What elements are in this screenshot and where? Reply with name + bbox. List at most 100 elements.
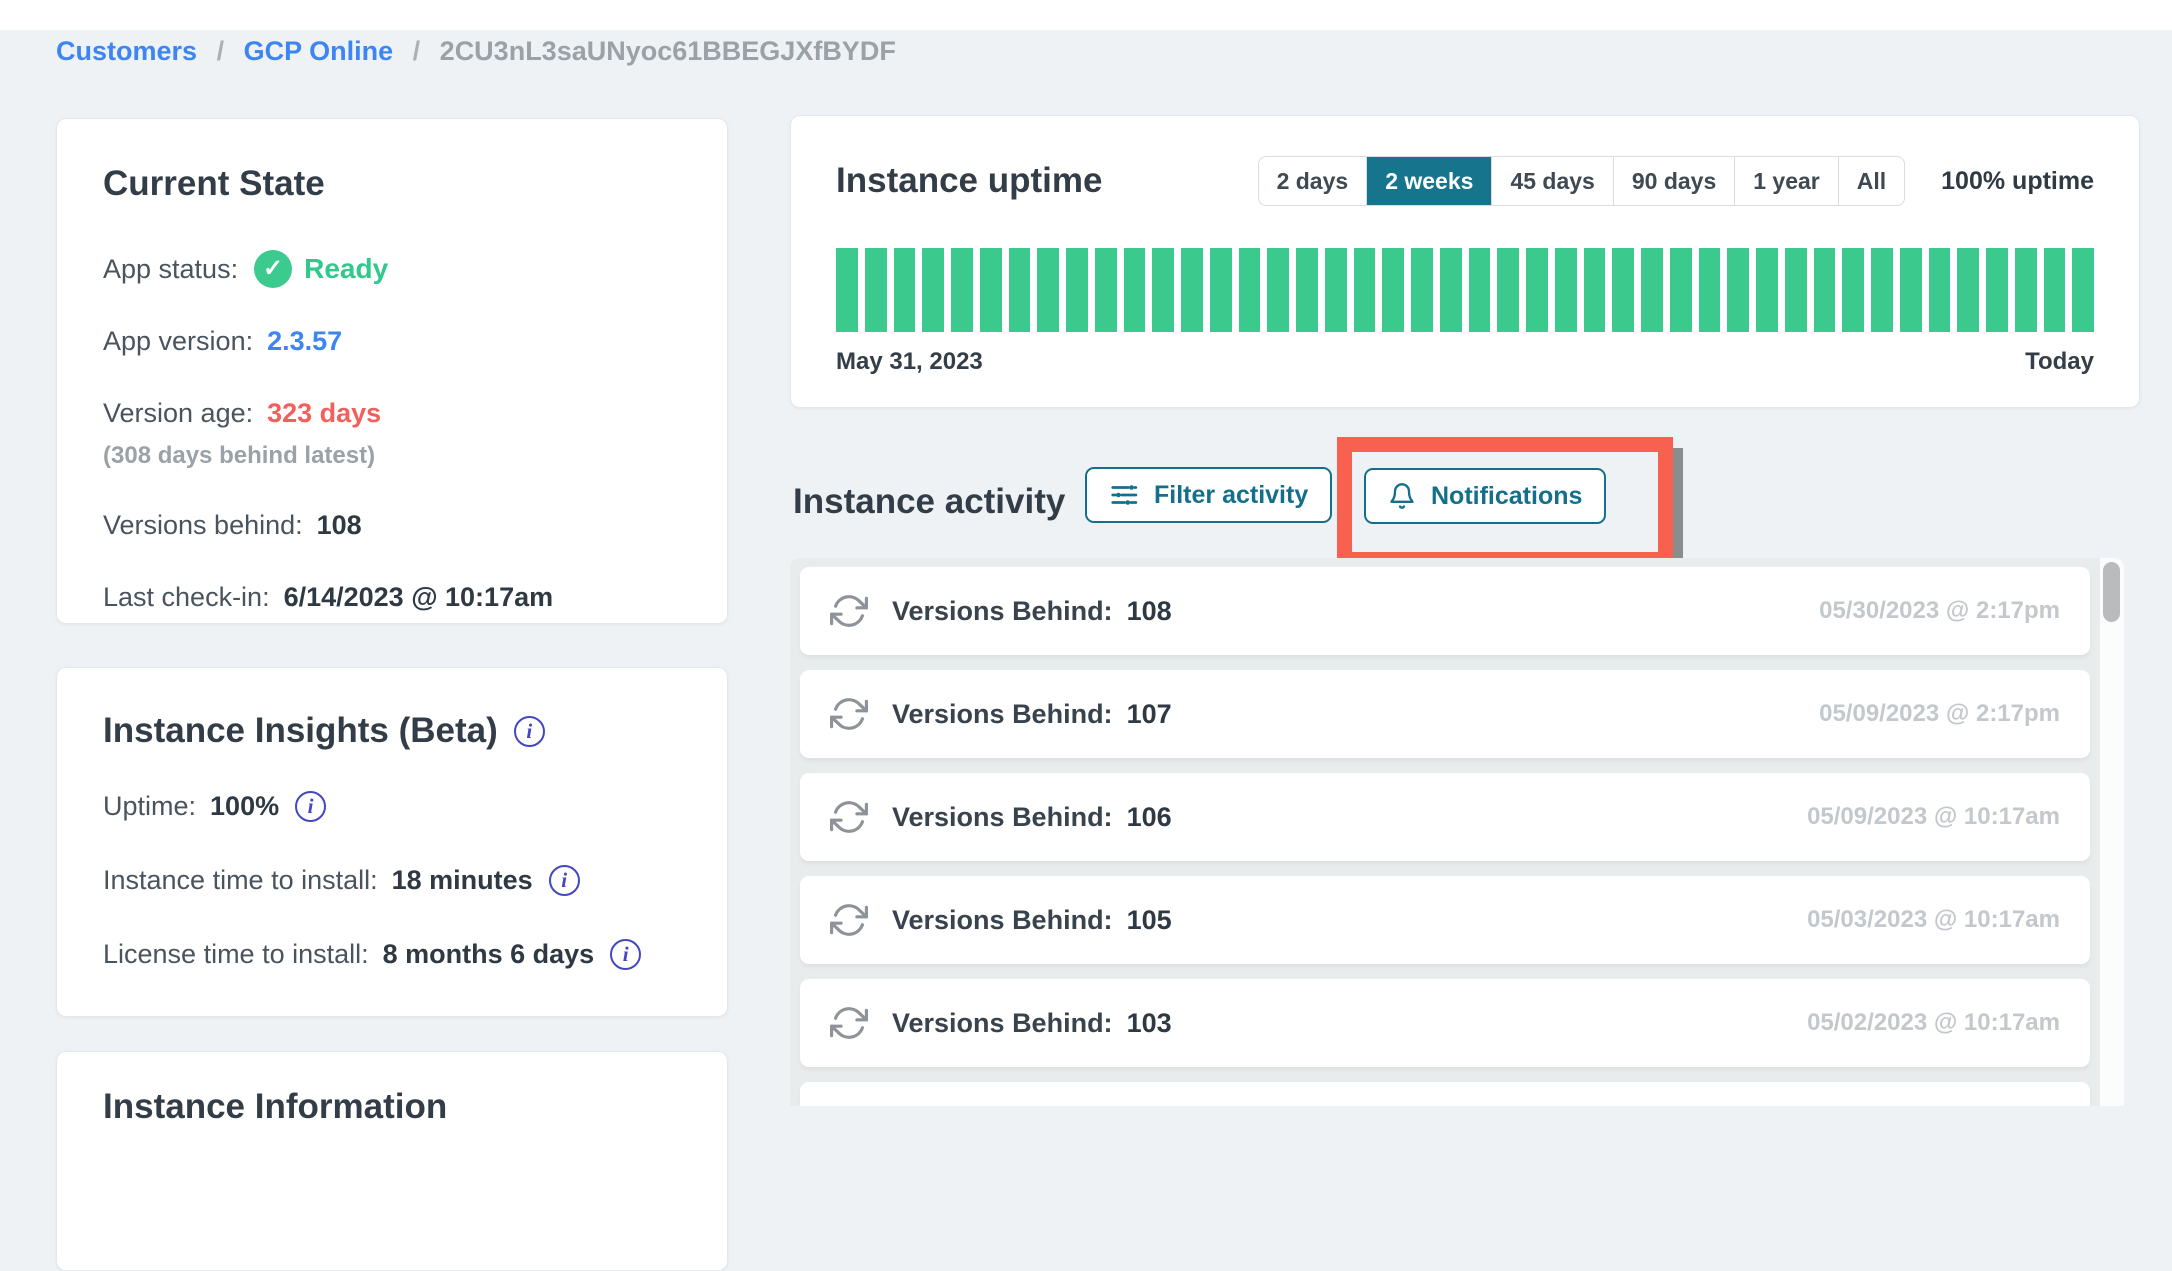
info-icon[interactable]: i xyxy=(610,939,641,970)
sync-icon xyxy=(830,798,868,836)
info-icon[interactable]: i xyxy=(549,865,580,896)
uptime-bar xyxy=(980,248,1002,332)
activity-label: Versions Behind: xyxy=(892,1008,1113,1039)
activity-label: Versions Behind: xyxy=(892,596,1113,627)
chart-end-label: Today xyxy=(2025,348,2094,376)
versions-behind-row: Versions behind: 108 xyxy=(103,505,681,545)
activity-value: 108 xyxy=(1127,596,1172,627)
top-white-band xyxy=(0,0,2172,30)
filter-activity-button[interactable]: Filter activity xyxy=(1085,467,1332,523)
uptime-bar xyxy=(1411,248,1433,332)
license-install-row: License time to install: 8 months 6 days… xyxy=(103,934,681,974)
uptime-bar-chart xyxy=(836,248,2094,332)
uptime-chart-footer: May 31, 2023 Today xyxy=(836,348,2094,376)
last-checkin-row: Last check-in: 6/14/2023 @ 10:17am xyxy=(103,577,681,617)
instance-install-value: 18 minutes xyxy=(392,860,533,900)
activity-row: Versions Behind: 107 05/09/2023 @ 2:17pm xyxy=(800,670,2090,758)
uptime-bar xyxy=(2015,248,2037,332)
activity-label: Versions Behind: xyxy=(892,802,1113,833)
uptime-bar xyxy=(1009,248,1031,332)
range-button-all[interactable]: All xyxy=(1838,157,1904,205)
activity-value: 107 xyxy=(1127,699,1172,730)
app-version-value[interactable]: 2.3.57 xyxy=(267,321,342,361)
version-age-value: 323 days xyxy=(267,393,381,433)
activity-row: Versions Behind: 108 05/30/2023 @ 2:17pm xyxy=(800,567,2090,655)
uptime-bar xyxy=(1095,248,1117,332)
uptime-bar xyxy=(865,248,887,332)
notifications-button[interactable]: Notifications xyxy=(1364,468,1606,524)
uptime-bar xyxy=(1814,248,1836,332)
uptime-bar xyxy=(1382,248,1404,332)
info-icon[interactable]: i xyxy=(514,716,545,747)
breadcrumb: Customers / GCP Online / 2CU3nL3saUNyoc6… xyxy=(56,36,896,67)
activity-label: Versions Behind: xyxy=(892,699,1113,730)
activity-row: Versions Behind: 105 05/03/2023 @ 10:17a… xyxy=(800,876,2090,964)
uptime-bar xyxy=(1929,248,1951,332)
uptime-header: Instance uptime 2 days 2 weeks 45 days 9… xyxy=(836,156,2094,206)
breadcrumb-link-customers[interactable]: Customers xyxy=(56,36,197,66)
uptime-summary: 100% uptime xyxy=(1941,167,2094,196)
uptime-value: 100% xyxy=(210,786,279,826)
breadcrumb-separator: / xyxy=(217,36,225,66)
breadcrumb-separator: / xyxy=(413,36,421,66)
range-button-2-days[interactable]: 2 days xyxy=(1259,157,1367,205)
activity-timestamp: 05/02/2023 @ 10:17am xyxy=(1807,1009,2060,1037)
breadcrumb-link-app[interactable]: GCP Online xyxy=(244,36,394,66)
app-status-value: Ready xyxy=(304,249,388,289)
range-button-90-days[interactable]: 90 days xyxy=(1613,157,1734,205)
activity-scrollbar[interactable] xyxy=(2099,558,2124,1106)
activity-timestamp: 05/03/2023 @ 10:17am xyxy=(1807,906,2060,934)
range-button-1-year[interactable]: 1 year xyxy=(1734,157,1838,205)
instance-activity-list: Versions Behind: 108 05/30/2023 @ 2:17pm… xyxy=(790,558,2124,1106)
red-annotation-box: Notifications xyxy=(1337,437,1673,567)
version-age-note: (308 days behind latest) xyxy=(103,441,681,471)
app-status-row: App status: ✓ Ready xyxy=(103,249,681,289)
uptime-bar xyxy=(1296,248,1318,332)
uptime-bar xyxy=(1670,248,1692,332)
current-state-title: Current State xyxy=(103,163,681,205)
uptime-bar xyxy=(1986,248,2008,332)
instance-information-card: Instance Information xyxy=(56,1051,728,1271)
activity-timestamp: 05/09/2023 @ 10:17am xyxy=(1807,803,2060,831)
version-age-row: Version age: 323 days xyxy=(103,393,681,433)
uptime-bar xyxy=(1871,248,1893,332)
info-icon[interactable]: i xyxy=(295,791,326,822)
instance-activity-header: Instance activity Filter activity Notifi… xyxy=(790,437,2140,569)
bell-icon xyxy=(1388,482,1416,510)
uptime-bar xyxy=(1900,248,1922,332)
uptime-bar xyxy=(2044,248,2066,332)
activity-row: Versions Behind: 106 05/09/2023 @ 10:17a… xyxy=(800,773,2090,861)
activity-value: 103 xyxy=(1127,1008,1172,1039)
uptime-bar xyxy=(894,248,916,332)
uptime-bar xyxy=(1469,248,1491,332)
range-button-2-weeks[interactable]: 2 weeks xyxy=(1366,157,1491,205)
range-button-45-days[interactable]: 45 days xyxy=(1491,157,1612,205)
uptime-row: Uptime: 100% i xyxy=(103,786,681,826)
uptime-bar xyxy=(1037,248,1059,332)
uptime-bar xyxy=(1699,248,1721,332)
license-install-label: License time to install: xyxy=(103,934,369,974)
uptime-bar xyxy=(1124,248,1146,332)
uptime-bar xyxy=(1641,248,1663,332)
uptime-bar xyxy=(1785,248,1807,332)
uptime-bar xyxy=(1842,248,1864,332)
app-version-label: App version: xyxy=(103,321,253,361)
instance-uptime-card: Instance uptime 2 days 2 weeks 45 days 9… xyxy=(790,115,2140,408)
versions-behind-label: Versions behind: xyxy=(103,505,303,545)
sync-icon xyxy=(830,1004,868,1042)
sync-icon xyxy=(830,592,868,630)
uptime-bar xyxy=(1555,248,1577,332)
instance-install-label: Instance time to install: xyxy=(103,860,378,900)
uptime-bar xyxy=(1526,248,1548,332)
current-state-card: Current State App status: ✓ Ready App ve… xyxy=(56,118,728,624)
sync-icon xyxy=(830,695,868,733)
notifications-label: Notifications xyxy=(1431,482,1582,511)
scrollbar-thumb[interactable] xyxy=(2103,562,2120,622)
breadcrumb-instance-id: 2CU3nL3saUNyoc61BBEGJXfBYDF xyxy=(440,36,896,66)
uptime-title: Instance uptime xyxy=(836,160,1102,202)
uptime-bar xyxy=(1181,248,1203,332)
uptime-bar xyxy=(2072,248,2094,332)
license-install-value: 8 months 6 days xyxy=(383,934,595,974)
uptime-bar xyxy=(1354,248,1376,332)
uptime-bar xyxy=(1497,248,1519,332)
